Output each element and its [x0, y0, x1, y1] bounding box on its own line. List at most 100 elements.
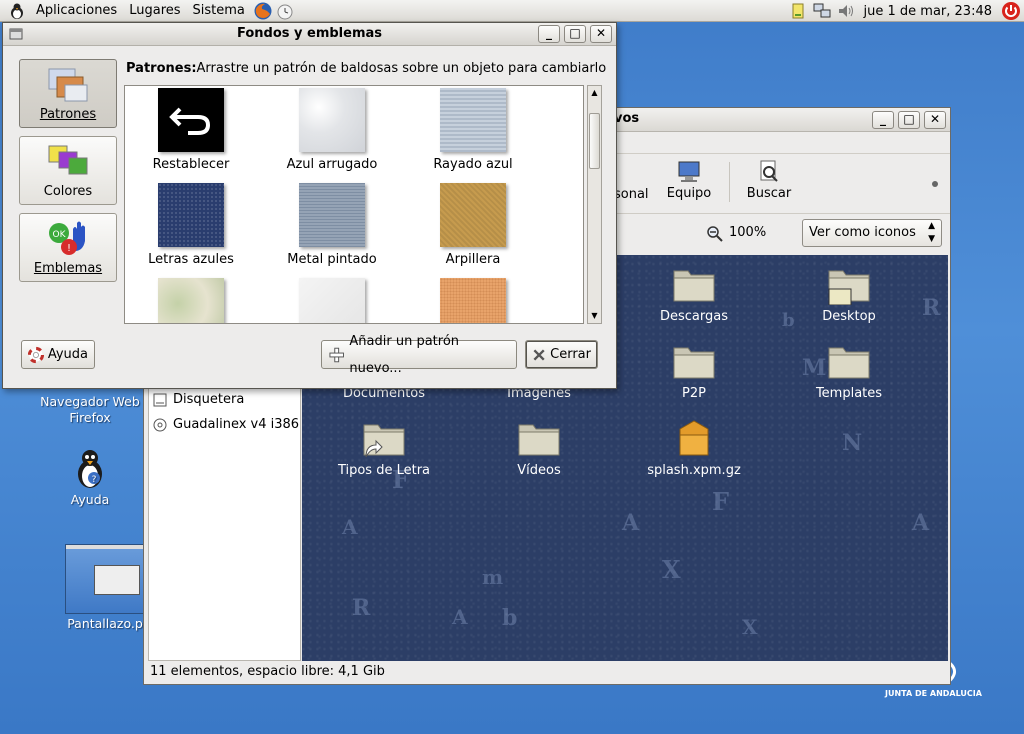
file-tipos-de-letra[interactable]: Tipos de Letra [319, 419, 449, 478]
file-label: splash.xpm.gz [647, 463, 741, 478]
bg-decor: A [452, 605, 468, 629]
pattern-swatch [299, 183, 365, 247]
help-label: Ayuda [47, 347, 88, 362]
close-label: Cerrar [550, 347, 591, 362]
view-mode-value: Ver como iconos [809, 225, 916, 240]
link-folder-icon [363, 424, 405, 458]
pattern-swatch [299, 278, 365, 323]
bg-decor: b [502, 605, 518, 631]
patterns-grid[interactable]: Restablecer Azul arrugado Rayado azul Le… [124, 85, 584, 324]
folder-icon [518, 424, 560, 456]
firefox-launcher-icon[interactable] [253, 1, 273, 21]
help-penguin-icon: ? [78, 450, 102, 488]
zoom-out-icon[interactable] [706, 225, 724, 243]
dialog-close-button[interactable]: ✕ [590, 25, 612, 43]
fm-maximize-button[interactable]: □ [898, 111, 920, 129]
add-pattern-button[interactable]: Añadir un patrón nuevo... [321, 334, 517, 376]
pattern-corcho[interactable] [403, 278, 543, 323]
scroll-up-icon[interactable]: ▲ [588, 86, 601, 100]
buscar-button[interactable]: Buscar [744, 160, 794, 201]
panel-tray: jue 1 de mar, 23:48 [786, 0, 1024, 22]
desktop-pantallazo-label: Pantallazo.p [67, 616, 143, 631]
sidebar-item-guadalinex[interactable]: Guadalinex v4 i386 [153, 417, 299, 432]
desktop-folder-icon [828, 270, 870, 305]
network-icon[interactable] [813, 2, 831, 20]
file-descargas[interactable]: Descargas [629, 265, 759, 324]
category-colores[interactable]: Colores [19, 136, 117, 205]
close-button[interactable]: Cerrar [525, 340, 598, 369]
bg-decor: R [352, 595, 371, 621]
throbber-icon [932, 181, 938, 187]
pattern-swatch [299, 88, 365, 152]
view-mode-select[interactable]: Ver como iconos ▲ ▼ [802, 219, 942, 247]
desktop-ayuda[interactable]: ? Ayuda [50, 448, 130, 508]
lifebuoy-icon [28, 346, 44, 363]
select-arrows-icon: ▲ ▼ [928, 221, 935, 244]
file-p2p[interactable]: P2P [629, 342, 759, 401]
category-emblemas[interactable]: OK ! Emblemas [19, 213, 117, 282]
folder-icon [673, 347, 715, 379]
dialog-titlebar[interactable]: Fondos y emblemas _ □ ✕ [3, 23, 616, 46]
fm-title: vos [614, 111, 640, 126]
equipo-label: Equipo [666, 186, 712, 201]
backgrounds-emblems-dialog: Fondos y emblemas _ □ ✕ Patrones Colores… [2, 22, 617, 389]
desktop-firefox[interactable]: Navegador Web Firefox [30, 394, 150, 426]
file-label: Templates [815, 386, 883, 401]
panel-menu-bar: Aplicaciones Lugares Sistema [0, 0, 295, 22]
category-label: Colores [43, 184, 93, 199]
file-videos[interactable]: Vídeos [474, 419, 604, 478]
fm-minimize-button[interactable]: _ [872, 111, 894, 129]
menu-sistema[interactable]: Sistema [187, 0, 251, 22]
pattern-azul-arrugado[interactable]: Azul arrugado [262, 88, 402, 172]
clock[interactable]: jue 1 de mar, 23:48 [858, 4, 1000, 19]
pattern-rayado-azul[interactable]: Rayado azul [403, 88, 543, 172]
pattern-restablecer[interactable]: Restablecer [125, 88, 261, 172]
pattern-label: Restablecer [152, 157, 230, 172]
pattern-label: Rayado azul [433, 157, 513, 172]
clock-launcher-icon[interactable] [275, 1, 295, 21]
volume-icon[interactable] [837, 2, 855, 20]
zoom-level[interactable]: 100% [729, 225, 766, 240]
guadalinex-logo-icon[interactable] [8, 2, 26, 20]
desktop-pantallazo[interactable]: Pantallazo.p [60, 544, 150, 632]
sidebar-item-disquetera[interactable]: Disquetera [153, 392, 244, 407]
menu-aplicaciones[interactable]: Aplicaciones [30, 0, 123, 22]
dialog-minimize-button[interactable]: _ [538, 25, 560, 43]
file-label: Tipos de Letra [337, 463, 431, 478]
menu-lugares[interactable]: Lugares [123, 0, 186, 22]
category-label: Patrones [39, 107, 97, 122]
file-desktop[interactable]: Desktop [784, 265, 914, 324]
bg-decor: X [662, 555, 681, 584]
pattern-swatch [440, 183, 506, 247]
help-button[interactable]: Ayuda [21, 340, 95, 369]
pattern-camuflaje[interactable] [125, 278, 261, 323]
pattern-metal-pintado[interactable]: Metal pintado [262, 183, 402, 267]
toolbar-separator [729, 162, 730, 202]
emblems-icon: OK ! [49, 221, 85, 255]
file-splash[interactable]: splash.xpm.gz [629, 419, 759, 478]
bg-decor: R [922, 295, 941, 321]
scroll-thumb[interactable] [589, 113, 600, 169]
personal-button[interactable]: sonal [614, 187, 649, 202]
patterns-heading: Patrones:Arrastre un patrón de baldosas … [126, 61, 606, 76]
dialog-maximize-button[interactable]: □ [564, 25, 586, 43]
fm-sidebar: Disquetera Guadalinex v4 i386 [148, 386, 301, 661]
svg-text:!: ! [67, 243, 71, 254]
category-patrones[interactable]: Patrones [19, 59, 117, 128]
dialog-title: Fondos y emblemas [236, 26, 383, 41]
pattern-letras-azules[interactable]: Letras azules [125, 183, 261, 267]
pattern-blanco[interactable] [262, 278, 402, 323]
screenshot-thumbnail-icon [65, 544, 146, 614]
pattern-arpillera[interactable]: Arpillera [403, 183, 543, 267]
scroll-down-icon[interactable]: ▼ [588, 309, 601, 323]
patterns-scrollbar[interactable]: ▲ ▼ [587, 85, 602, 324]
buscar-label: Buscar [746, 186, 792, 201]
updates-icon[interactable] [789, 2, 807, 20]
file-label: P2P [682, 386, 706, 401]
power-icon[interactable] [1000, 0, 1022, 22]
fm-close-button[interactable]: ✕ [924, 111, 946, 129]
equipo-button[interactable]: Equipo [664, 160, 714, 201]
bg-decor: F [712, 487, 730, 516]
close-x-icon [533, 348, 545, 361]
file-templates[interactable]: Templates [784, 342, 914, 401]
